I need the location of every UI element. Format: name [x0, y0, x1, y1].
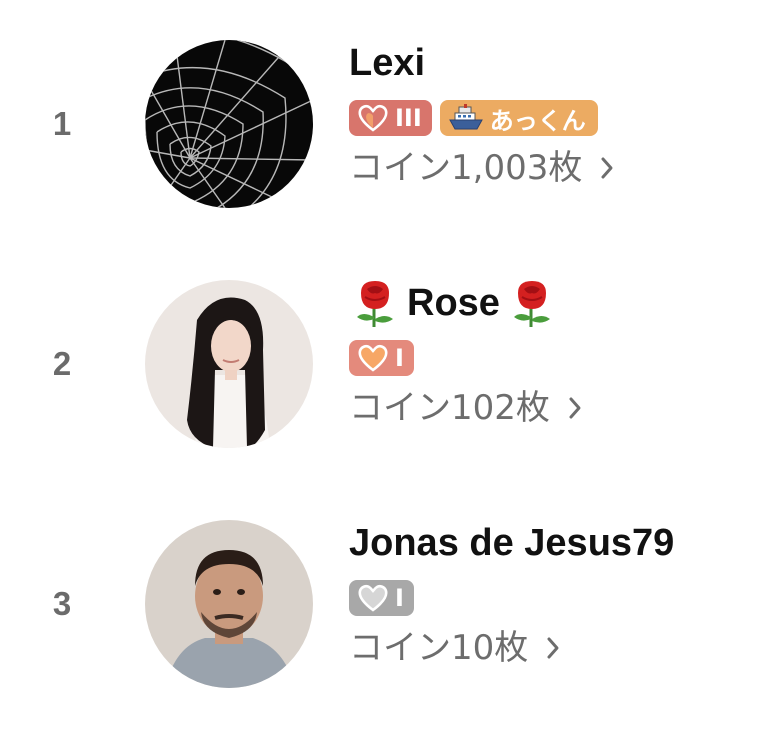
man-portrait-avatar-image — [145, 520, 313, 688]
level-badge-label: III — [395, 104, 422, 132]
user-name: Lexi — [349, 40, 769, 86]
rank-number: 2 — [52, 345, 72, 382]
coin-count-text: コイン1,003枚 — [349, 148, 583, 188]
ranking-row[interactable]: 3 Jonas de Jesus79 I コイン10枚 — [0, 480, 776, 720]
level-badge-label: I — [395, 584, 404, 612]
heart-icon — [358, 104, 388, 132]
badge-list: III あっくん — [349, 100, 769, 136]
badge-list: I — [349, 340, 769, 376]
rank-number: 1 — [52, 105, 72, 142]
rank-number: 3 — [52, 585, 72, 622]
avatar[interactable] — [145, 520, 313, 688]
fan-badge: あっくん — [439, 100, 598, 136]
badge-list: I — [349, 580, 769, 616]
coin-count-text: コイン102枚 — [349, 388, 550, 428]
user-info: Lexi III あっくん コイン1,003枚 — [349, 40, 769, 190]
chevron-right-icon — [569, 397, 581, 419]
chevron-right-icon — [547, 637, 559, 659]
user-name-text: Rose — [407, 282, 500, 324]
user-info: Rose I コイン102枚 — [349, 280, 769, 430]
user-name-text: Jonas de Jesus79 — [349, 522, 675, 564]
level-badge: I — [349, 580, 414, 616]
ranking-row[interactable]: 2 Rose I コイン102枚 — [0, 240, 776, 480]
ranking-row[interactable]: 1 Lexi III あっくん コイン1,003枚 — [0, 0, 776, 240]
rose-icon — [349, 277, 401, 329]
spiderweb-avatar-image — [145, 40, 313, 208]
woman-portrait-avatar-image — [145, 280, 313, 448]
level-badge: III — [349, 100, 432, 136]
ship-icon — [448, 104, 483, 130]
user-name: Jonas de Jesus79 — [349, 520, 769, 566]
heart-icon — [358, 584, 388, 612]
coin-count-link[interactable]: コイン10枚 — [349, 626, 769, 670]
chevron-right-icon — [601, 157, 613, 179]
coin-count-text: コイン10枚 — [349, 628, 529, 668]
coin-count-link[interactable]: コイン1,003枚 — [349, 146, 769, 190]
user-name: Rose — [349, 277, 769, 329]
level-badge-label: I — [395, 344, 404, 372]
level-badge: I — [349, 340, 414, 376]
user-info: Jonas de Jesus79 I コイン10枚 — [349, 520, 769, 670]
user-name-text: Lexi — [349, 42, 426, 84]
avatar[interactable] — [145, 40, 313, 208]
avatar[interactable] — [145, 280, 313, 448]
coin-count-link[interactable]: コイン102枚 — [349, 386, 769, 430]
heart-icon — [358, 344, 388, 372]
fan-badge-label: あっくん — [489, 106, 586, 135]
rose-icon — [506, 277, 558, 329]
